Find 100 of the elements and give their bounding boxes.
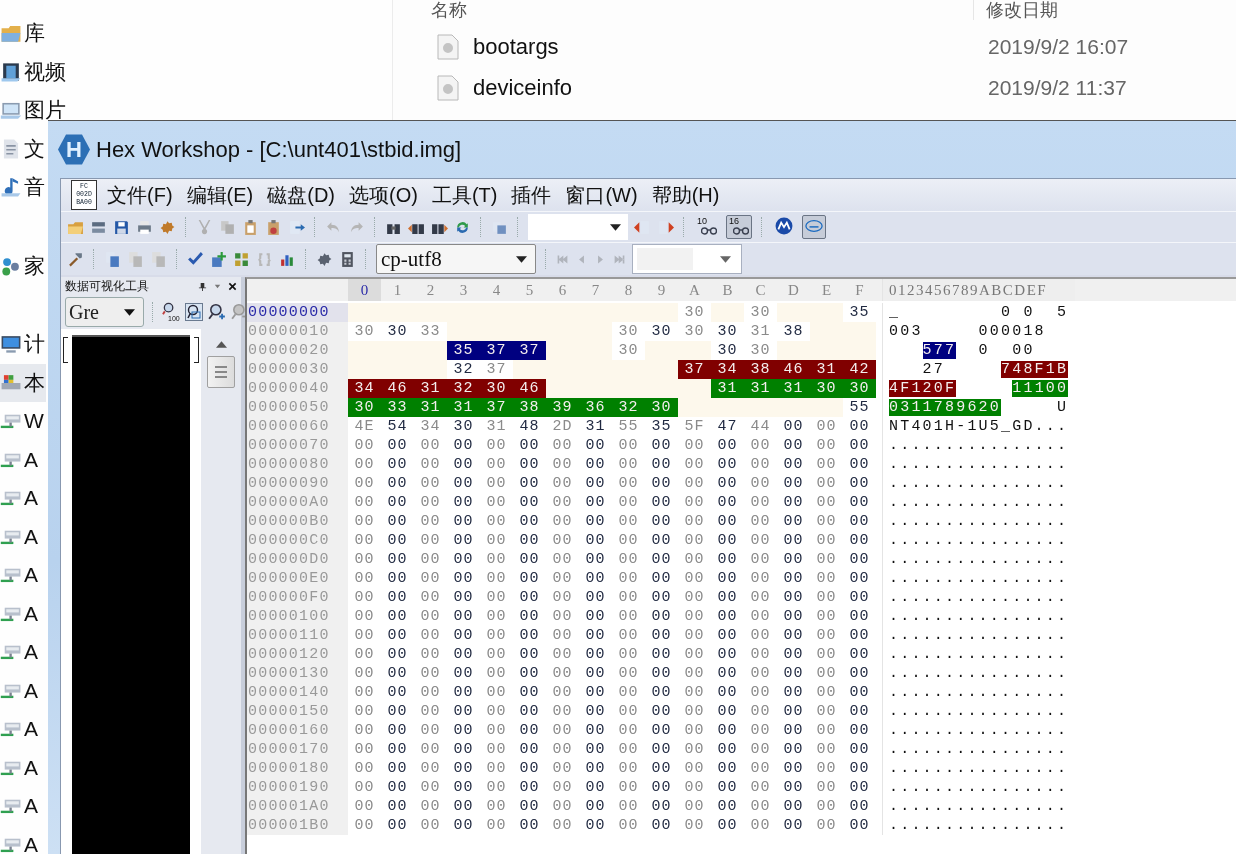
column-header[interactable]: E: [810, 279, 843, 301]
row-offset[interactable]: 00000100: [247, 607, 348, 626]
file-name[interactable]: deviceinfo: [473, 74, 988, 101]
nav-item[interactable]: A: [0, 633, 39, 672]
nav-item[interactable]: A: [0, 748, 39, 787]
structure-combo[interactable]: [632, 244, 742, 274]
calculator-icon[interactable]: [339, 250, 356, 268]
row-offset[interactable]: 00000010: [247, 322, 348, 341]
gear-icon[interactable]: [159, 218, 176, 236]
zoom-in-icon[interactable]: [207, 303, 226, 321]
row-offset[interactable]: 00000180: [247, 759, 348, 778]
column-header[interactable]: B: [711, 279, 744, 301]
checkmark-icon[interactable]: [187, 250, 204, 268]
nav-item[interactable]: 视频: [0, 52, 67, 91]
number-base-button[interactable]: 16: [726, 215, 753, 239]
nav-item[interactable]: A: [0, 517, 39, 556]
row-offset[interactable]: 000001A0: [247, 797, 348, 816]
nav-item[interactable]: 计: [0, 325, 46, 364]
column-header[interactable]: 3: [447, 279, 480, 301]
clipboard-icon[interactable]: [265, 218, 282, 236]
column-header[interactable]: 1: [381, 279, 414, 301]
row-offset[interactable]: 00000190: [247, 778, 348, 797]
column-header[interactable]: A: [678, 279, 711, 301]
row-offset[interactable]: 000000B0: [247, 512, 348, 531]
printer-icon[interactable]: [136, 218, 153, 236]
row-offset[interactable]: 00000050: [247, 398, 348, 417]
row-offset[interactable]: 000001B0: [247, 816, 348, 835]
row-offset[interactable]: 00000160: [247, 721, 348, 740]
column-header[interactable]: 7: [579, 279, 612, 301]
row-offset[interactable]: 00000110: [247, 626, 348, 645]
row-offset[interactable]: 00000020: [247, 341, 348, 360]
row-offset[interactable]: 00000060: [247, 417, 348, 436]
column-header[interactable]: 名称: [431, 0, 973, 20]
row-offset[interactable]: 000000C0: [247, 531, 348, 550]
nav-item[interactable]: A: [0, 825, 39, 854]
menu-item[interactable]: 文件(F): [107, 181, 173, 209]
export-icon[interactable]: [288, 218, 305, 236]
nav-item[interactable]: 图片: [0, 91, 67, 130]
nav-item[interactable]: A: [0, 787, 39, 826]
hammer-icon[interactable]: [67, 250, 84, 268]
row-offset[interactable]: 00000000: [247, 303, 348, 322]
scroll-thumb[interactable]: [207, 356, 235, 388]
column-header[interactable]: 4: [480, 279, 513, 301]
row-offset[interactable]: 00000130: [247, 664, 348, 683]
column-header[interactable]: D: [777, 279, 810, 301]
nav-item[interactable]: A: [0, 556, 39, 595]
cubes-icon[interactable]: [233, 250, 250, 268]
row-offset[interactable]: 00000120: [247, 645, 348, 664]
column-header[interactable]: 5: [513, 279, 546, 301]
nav-item[interactable]: A: [0, 671, 39, 710]
mode-combo[interactable]: Gre: [65, 297, 144, 327]
nav-item[interactable]: 音: [0, 168, 46, 207]
menu-item[interactable]: 选项(O): [349, 181, 418, 209]
row-offset[interactable]: 000000F0: [247, 588, 348, 607]
row-offset[interactable]: 00000080: [247, 455, 348, 474]
column-header[interactable]: 6: [546, 279, 579, 301]
add-icon[interactable]: [210, 250, 227, 268]
scroll-up-icon[interactable]: [215, 341, 227, 348]
row-offset[interactable]: 000000E0: [247, 569, 348, 588]
row-offset[interactable]: 00000090: [247, 474, 348, 493]
menu-item[interactable]: 窗口(W): [565, 181, 638, 209]
nav-item[interactable]: A: [0, 440, 39, 479]
byte-order-button[interactable]: [802, 215, 827, 239]
nav-item[interactable]: 家: [0, 246, 46, 285]
close-icon[interactable]: [228, 281, 237, 291]
zoom-fit-icon[interactable]: [184, 303, 203, 321]
nav-item[interactable]: A: [0, 594, 39, 633]
menu-item[interactable]: 工具(T): [431, 181, 498, 209]
nav-item[interactable]: A: [0, 710, 39, 749]
save-icon[interactable]: [113, 218, 130, 236]
row-offset[interactable]: 00000140: [247, 683, 348, 702]
menu-item[interactable]: 帮助(H): [651, 181, 720, 209]
nav-item[interactable]: A: [0, 479, 39, 518]
file-name[interactable]: bootargs: [473, 33, 988, 60]
row-offset[interactable]: 00000030: [247, 360, 348, 379]
menu-item[interactable]: 插件: [511, 181, 552, 209]
column-header[interactable]: F: [843, 279, 876, 301]
row-offset[interactable]: 00000170: [247, 740, 348, 759]
row-offset[interactable]: 00000040: [247, 379, 348, 398]
row-offset[interactable]: 00000150: [247, 702, 348, 721]
column-header[interactable]: C: [744, 279, 777, 301]
menu-item[interactable]: 编辑(E): [186, 181, 254, 209]
column-header[interactable]: 修改日期: [973, 0, 1058, 20]
nav-item[interactable]: 库: [0, 14, 46, 53]
clipboard-icon[interactable]: [242, 218, 259, 236]
column-header[interactable]: 9: [645, 279, 678, 301]
gear-icon[interactable]: [316, 250, 333, 268]
nav-item[interactable]: 文: [0, 129, 46, 168]
row-offset[interactable]: 000000A0: [247, 493, 348, 512]
number-base-button[interactable]: 10: [694, 215, 720, 239]
row-offset[interactable]: 000000D0: [247, 550, 348, 569]
pin-icon[interactable]: [198, 281, 207, 291]
nav-item[interactable]: 本: [0, 363, 46, 402]
column-header[interactable]: 2: [414, 279, 447, 301]
column-header[interactable]: 0: [348, 279, 381, 301]
encoding-combo[interactable]: cp-utf8: [376, 244, 536, 274]
row-offset[interactable]: 00000070: [247, 436, 348, 455]
nav-item[interactable]: W: [0, 402, 45, 441]
column-header[interactable]: 8: [612, 279, 645, 301]
menu-item[interactable]: 磁盘(D): [267, 181, 335, 209]
